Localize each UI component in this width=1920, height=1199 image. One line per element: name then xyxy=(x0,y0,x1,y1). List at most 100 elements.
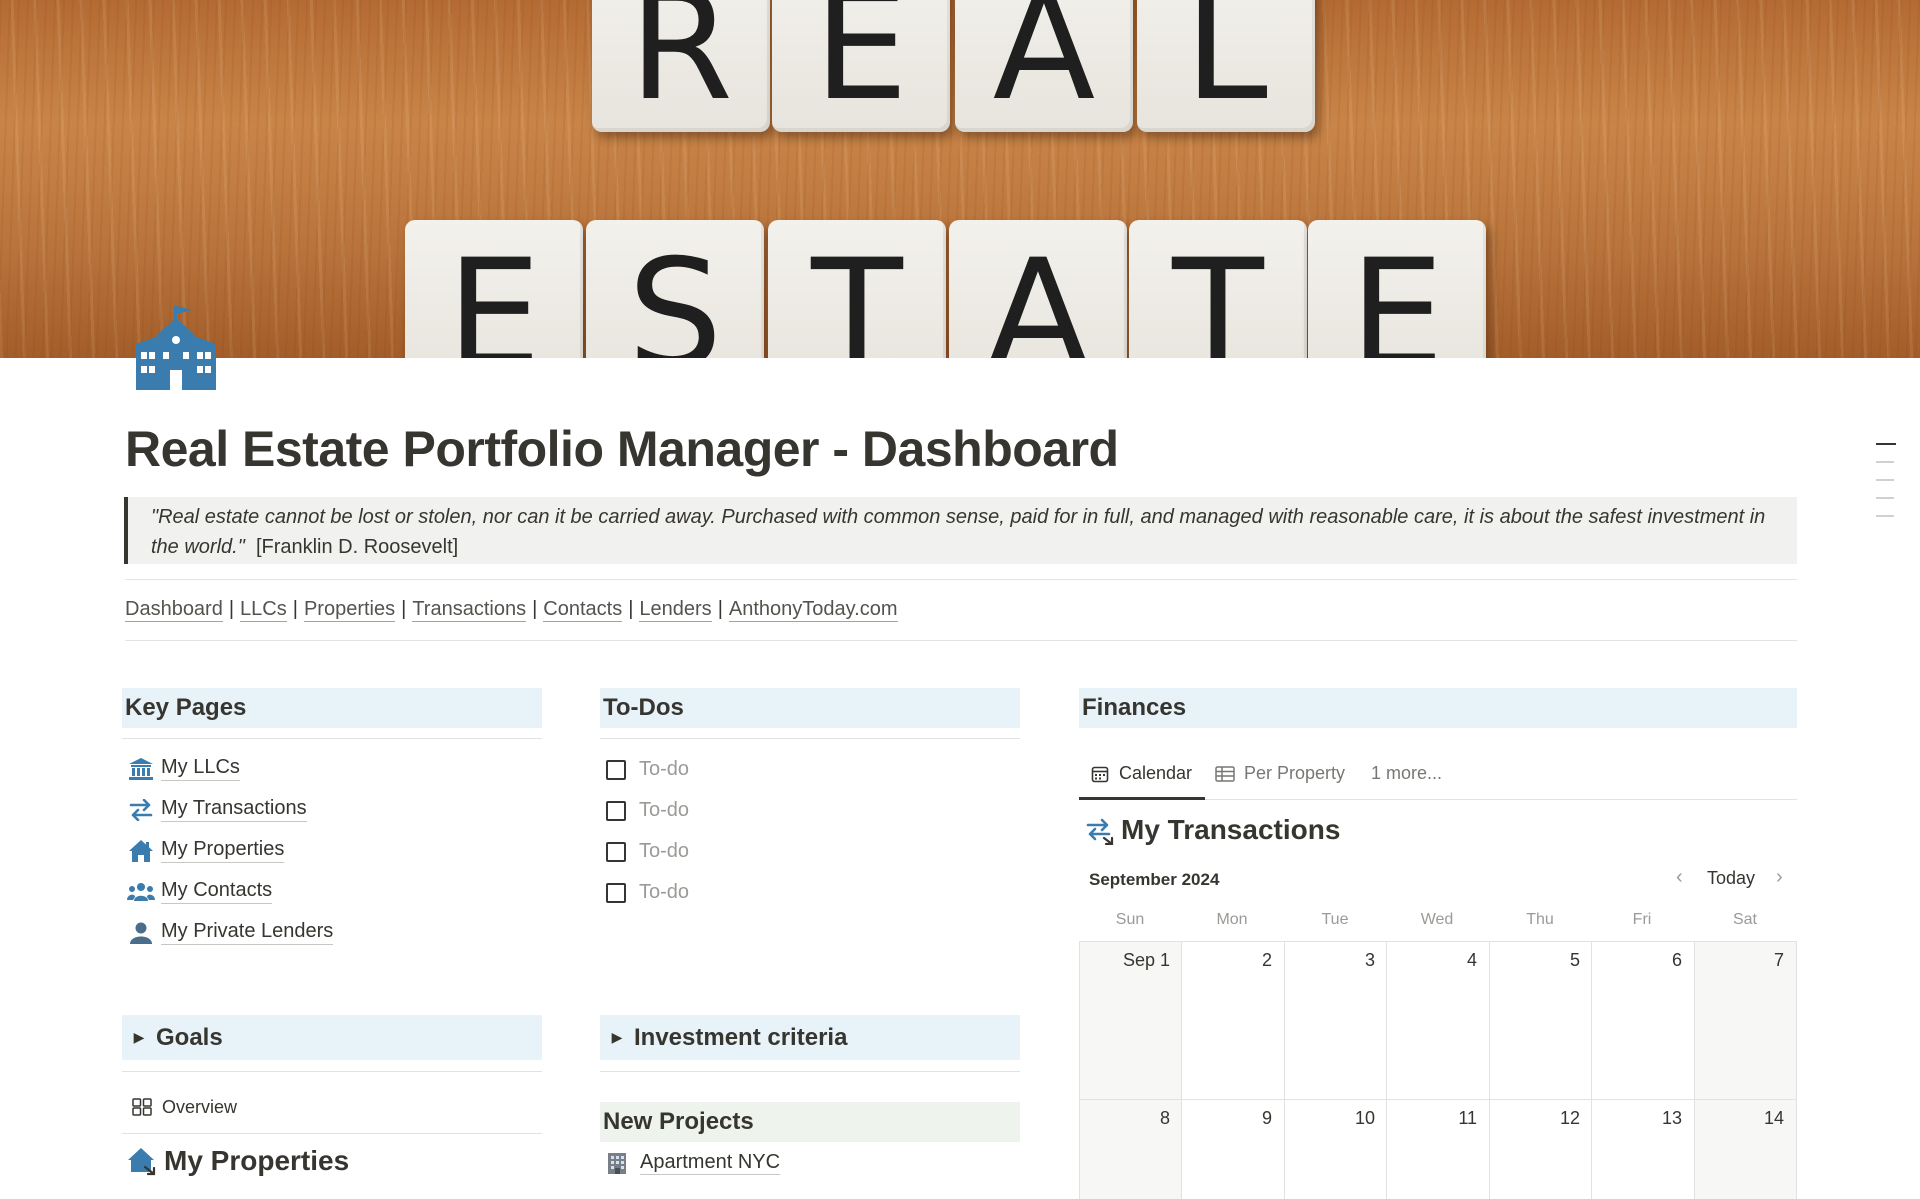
toc-line[interactable] xyxy=(1876,497,1894,499)
nav-separator: | xyxy=(292,598,298,620)
day-number: 3 xyxy=(1364,950,1375,970)
divider xyxy=(125,579,1797,580)
day-number: 9 xyxy=(1261,1108,1272,1128)
nav-link-dashboard[interactable]: Dashboard xyxy=(125,598,223,622)
day-number: Sep 1 xyxy=(1122,950,1170,970)
calendar-day-cell[interactable]: 4 xyxy=(1386,941,1489,1099)
calendar-icon xyxy=(1089,765,1111,783)
calendar-day-cell[interactable]: 9 xyxy=(1181,1099,1284,1199)
weekday-label: Sun xyxy=(1115,911,1145,928)
todo-item[interactable]: To-do xyxy=(606,758,689,781)
toc-line[interactable] xyxy=(1876,515,1894,517)
day-number: 11 xyxy=(1458,1108,1477,1128)
tab-label: Calendar xyxy=(1119,763,1193,783)
calendar-day-cell[interactable]: 13 xyxy=(1591,1099,1694,1199)
nav-separator: | xyxy=(532,598,538,620)
db-title-my-properties[interactable]: My Properties xyxy=(128,1145,349,1177)
key-page-my-contacts[interactable]: My Contacts xyxy=(127,879,273,904)
goals-toggle[interactable]: ▶ Goals xyxy=(122,1015,542,1060)
view-tab-overview[interactable]: Overview xyxy=(132,1097,237,1118)
day-number: 7 xyxy=(1773,950,1784,970)
todo-checkbox[interactable] xyxy=(606,841,626,862)
today-button[interactable]: Today xyxy=(1707,868,1755,889)
tab-label: Per Property xyxy=(1244,763,1346,783)
key-page-my-llcs[interactable]: My LLCs xyxy=(127,756,240,781)
calendar-day-cell[interactable]: 7 xyxy=(1694,941,1797,1099)
key-page-my-properties[interactable]: My Properties xyxy=(127,838,285,863)
db-title-text: My Transactions xyxy=(1121,814,1341,845)
toc-line[interactable] xyxy=(1876,461,1894,463)
project-apartment-nyc[interactable]: Apartment NYC xyxy=(606,1151,781,1175)
project-label: Apartment NYC xyxy=(640,1151,781,1175)
nav-separator: | xyxy=(717,598,723,620)
key-page-label: My Properties xyxy=(161,838,285,863)
todo-item[interactable]: To-do xyxy=(606,799,689,822)
toggle-triangle-icon[interactable]: ▶ xyxy=(600,1029,634,1046)
key-page-my-private-lenders[interactable]: My Private Lenders xyxy=(127,920,334,945)
calendar-day-cell[interactable]: 3 xyxy=(1284,941,1387,1099)
todo-item[interactable]: To-do xyxy=(606,881,689,904)
weekday-label: Tue xyxy=(1321,911,1349,928)
weekday-label: Sat xyxy=(1732,911,1757,928)
todos-heading: To-Dos xyxy=(600,688,1020,728)
nav-link-lenders[interactable]: Lenders xyxy=(639,598,712,622)
chevron-left-icon[interactable]: ‹ xyxy=(1676,866,1683,889)
person-icon xyxy=(127,921,155,945)
key-page-my-transactions[interactable]: My Transactions xyxy=(127,797,307,822)
day-number: 6 xyxy=(1671,950,1682,970)
db-title-text: My Properties xyxy=(164,1145,350,1176)
goals-heading: Goals xyxy=(156,1023,223,1051)
calendar-day-cell[interactable]: 5 xyxy=(1489,941,1592,1099)
toc-line[interactable] xyxy=(1876,479,1894,481)
calendar-day-cell[interactable]: 2 xyxy=(1181,941,1284,1099)
toc-line[interactable] xyxy=(1876,443,1896,445)
tab-per-property[interactable]: Per Property xyxy=(1214,763,1345,784)
calendar-grid: Sep 1 2 3 4 5 6 7 8 9 10 11 12 13 14 xyxy=(1079,941,1797,1199)
arrows-swap-icon xyxy=(1085,815,1115,845)
day-number: 8 xyxy=(1159,1108,1170,1128)
weekday-label: Mon xyxy=(1216,911,1248,928)
tab-calendar[interactable]: Calendar xyxy=(1089,763,1192,784)
todo-checkbox[interactable] xyxy=(606,882,626,903)
cover-tile: R xyxy=(592,0,770,132)
nav-link-properties[interactable]: Properties xyxy=(303,598,396,622)
todo-item[interactable]: To-do xyxy=(606,840,689,863)
calendar-day-cell[interactable]: 14 xyxy=(1694,1099,1797,1199)
nav-link-contacts[interactable]: Contacts xyxy=(543,598,623,622)
chevron-right-icon[interactable]: › xyxy=(1776,866,1783,889)
table-icon xyxy=(1214,765,1236,783)
todo-placeholder[interactable]: To-do xyxy=(639,799,689,822)
todo-placeholder[interactable]: To-do xyxy=(639,881,689,904)
day-number: 5 xyxy=(1569,950,1580,970)
db-title-my-transactions[interactable]: My Transactions xyxy=(1085,814,1340,846)
calendar-day-cell[interactable]: 8 xyxy=(1079,1099,1182,1199)
finances-heading: Finances xyxy=(1079,688,1797,728)
divider xyxy=(125,640,1797,641)
todo-checkbox[interactable] xyxy=(606,800,626,821)
school-building-icon[interactable] xyxy=(136,306,216,390)
divider xyxy=(600,1071,1020,1072)
calendar-day-cell[interactable]: 12 xyxy=(1489,1099,1592,1199)
tab-more[interactable]: 1 more... xyxy=(1371,763,1442,784)
house-icon xyxy=(128,1146,158,1176)
todo-placeholder[interactable]: To-do xyxy=(639,840,689,863)
nav-link-llcs[interactable]: LLCs xyxy=(240,598,287,622)
calendar-day-cell[interactable]: 10 xyxy=(1284,1099,1387,1199)
key-page-label: My Contacts xyxy=(161,879,273,904)
weekday-label: Fri xyxy=(1632,911,1652,928)
nav-link-anthonytoday[interactable]: AnthonyToday.com xyxy=(728,598,898,622)
investment-criteria-toggle[interactable]: ▶ Investment criteria xyxy=(600,1015,1020,1060)
calendar-day-cell[interactable]: 6 xyxy=(1591,941,1694,1099)
cover-tile: E xyxy=(1308,220,1486,358)
todo-placeholder[interactable]: To-do xyxy=(639,758,689,781)
calendar-day-cell[interactable]: Sep 1 xyxy=(1079,941,1182,1099)
cover-tile: A xyxy=(955,0,1133,132)
table-of-contents-outline[interactable] xyxy=(1876,443,1896,533)
day-number: 10 xyxy=(1354,1108,1375,1128)
cover-tile: A xyxy=(949,220,1127,358)
people-icon xyxy=(127,880,155,904)
calendar-day-cell[interactable]: 11 xyxy=(1386,1099,1489,1199)
nav-link-transactions[interactable]: Transactions xyxy=(412,598,527,622)
todo-checkbox[interactable] xyxy=(606,759,626,780)
toggle-triangle-icon[interactable]: ▶ xyxy=(122,1029,156,1046)
